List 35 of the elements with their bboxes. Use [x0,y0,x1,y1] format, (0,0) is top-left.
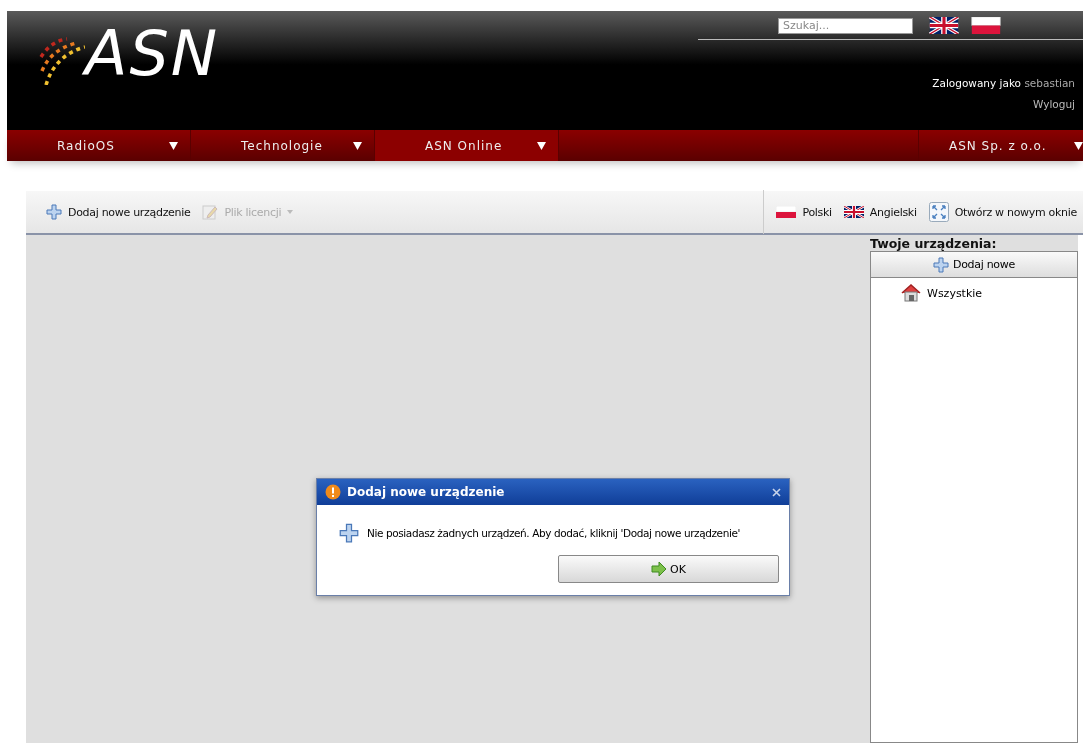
document-pencil-icon [202,204,219,220]
uk-flag-icon[interactable] [929,17,959,34]
expand-icon [928,202,949,222]
logout-link[interactable]: Wyloguj [932,94,1075,115]
poland-flag-icon[interactable] [971,17,1001,34]
toolbar-button[interactable]: Dodaj nowe urządzenie [40,201,197,223]
toolbar-button[interactable]: Angielski [837,202,923,222]
nav-menu-item[interactable]: RadioOS [7,130,191,161]
dropdown-arrow-icon [287,210,294,214]
nav-menu-item[interactable]: ASN Online [375,130,559,161]
panel-title: Twoje urządzenia: [870,235,1078,251]
search-field[interactable]: Szukaj... [778,17,913,34]
caret-icon [353,141,362,150]
warning-icon [325,484,341,500]
plus-icon [933,256,949,273]
close-icon[interactable] [772,487,781,497]
dialog-title: Dodaj nowe urządzenie [347,485,506,499]
house-icon [901,284,921,302]
caret-icon [1074,141,1083,150]
poland-flag-icon [776,206,797,218]
logged-in-label: Zalogowany jako [932,77,1022,89]
arrow-right-icon [651,562,668,576]
toolbar-button[interactable]: Otwórz w nowym oknie [922,199,1083,225]
username-link[interactable]: sebastian [1024,77,1075,89]
nav-menu-item[interactable]: ASN Sp. z o.o. [918,130,1083,161]
dialog-message: Nie posiadasz żadnych urządzeń. Aby dodać, kliknij 'Dodaj nowe urządzenie' [367,527,740,539]
ok-button[interactable]: OK [558,555,779,583]
add-new-button[interactable]: Dodaj nowe [870,251,1078,278]
plus-icon [339,523,359,543]
toolbar-button[interactable]: Polski [770,202,838,222]
caret-icon [537,141,546,150]
tree-item[interactable]: Wszystkie [871,278,1077,302]
caret-icon [169,141,178,150]
uk-flag-icon [843,206,864,218]
plus-icon [46,204,62,220]
